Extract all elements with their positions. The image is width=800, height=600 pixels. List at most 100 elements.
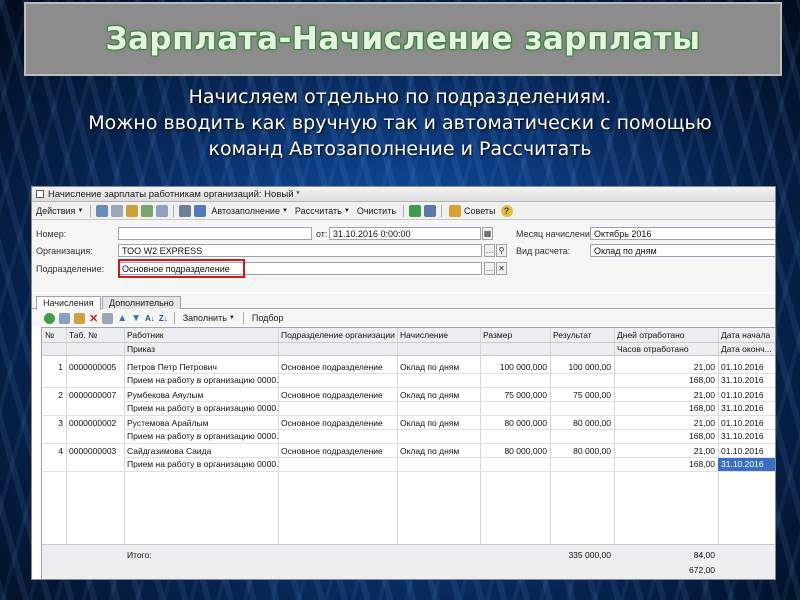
tab-bar: Начисления Дополнительно (32, 294, 775, 310)
autofill-button[interactable]: Автозаполнение ▼ (209, 206, 290, 216)
row-tab-number[interactable]: 0000000005 (66, 361, 124, 374)
row-number[interactable]: 3 (42, 417, 66, 430)
settings-icon[interactable] (194, 204, 207, 217)
select-organization-button[interactable]: … (484, 244, 495, 257)
actions-menu-button[interactable]: Действия ▼ (34, 206, 85, 216)
autofill-label: Автозаполнение (211, 205, 280, 216)
header-tab-number[interactable]: Таб. № (66, 329, 124, 342)
accruals-table: № Таб. № Работник Подразделение организа… (41, 327, 775, 579)
delete-row-icon[interactable]: ✕ (89, 312, 98, 325)
add-row-icon[interactable] (44, 312, 55, 324)
row-divider (124, 457, 775, 458)
movements-icon[interactable] (141, 204, 154, 217)
row-order[interactable]: Прием на работу в организацию 0000... (124, 402, 278, 415)
header-number[interactable]: № (42, 329, 66, 342)
move-down-icon[interactable]: ▼ (131, 313, 141, 324)
calc-type-label: Вид расчета: (516, 246, 571, 256)
clear-button[interactable]: Очистить (355, 206, 398, 216)
clear-department-icon[interactable]: ✕ (496, 262, 507, 275)
search-icon[interactable]: ⚲ (496, 244, 507, 257)
copy-row-icon[interactable] (59, 312, 70, 324)
toolbar-separator (403, 204, 405, 217)
row-order[interactable]: Прием на работу в организацию 0000... (124, 458, 278, 471)
calculate-button[interactable]: Рассчитать ▼ (293, 206, 352, 216)
row-order[interactable]: Прием на работу в организацию 0000... (124, 430, 278, 443)
table-toolbar: ✕ ▲ ▼ A↓ Z↓ Заполнить ▼ Подбор (32, 310, 775, 326)
header-start-date[interactable]: Дата начала (718, 329, 775, 342)
header-worker[interactable]: Работник (124, 329, 278, 342)
toolbar-separator (173, 204, 175, 217)
tab-accruals[interactable]: Начисления (36, 296, 101, 310)
sort-asc-icon[interactable]: A↓ (145, 314, 155, 323)
tips-button[interactable]: Советы (447, 204, 497, 217)
organization-label: Организация: (36, 246, 93, 256)
tips-label: Советы (464, 205, 496, 216)
dropdown-arrow-icon: ▼ (77, 207, 84, 214)
edit-row-icon[interactable] (74, 312, 85, 324)
total-label: Итого: (127, 550, 152, 560)
department-highlight (118, 259, 245, 278)
help-icon[interactable]: ? (500, 204, 513, 217)
calc-type-field[interactable]: Оклад по дням (590, 244, 775, 257)
header-size[interactable]: Размер (480, 329, 550, 342)
row-divider (42, 387, 775, 388)
number-field[interactable] (118, 227, 312, 240)
structure-icon[interactable] (126, 204, 139, 217)
window-title: Начисление зарплаты работникам организац… (48, 188, 300, 200)
row-hours[interactable]: 168,00 (614, 430, 718, 443)
header-days-worked[interactable]: Дней отработано (614, 329, 718, 342)
row-end-date[interactable]: 31.10.2016 (718, 430, 775, 443)
subtitle-line-1: Начисляем отдельно по подразделениям. (188, 86, 612, 108)
row-number[interactable]: 2 (42, 389, 66, 402)
report-icon[interactable] (424, 204, 437, 217)
organization-field[interactable]: ТОО W2 EXPRESS (118, 244, 482, 257)
select-button[interactable]: Подбор (250, 313, 286, 323)
header-order[interactable]: Приказ (124, 343, 278, 356)
sort-desc-icon[interactable]: Z↓ (159, 314, 168, 323)
row-hours[interactable]: 168,00 (614, 458, 718, 471)
month-label: Месяц начисления: (516, 229, 598, 239)
fill-button[interactable]: Заполнить ▼ (181, 313, 237, 323)
row-divider (124, 373, 775, 374)
row-number[interactable]: 1 (42, 361, 66, 374)
row-divider (42, 415, 775, 416)
move-up-icon[interactable]: ▲ (117, 313, 127, 324)
print-icon[interactable] (156, 204, 169, 217)
total-result: 335 000,00 (568, 550, 611, 560)
select-label: Подбор (251, 313, 284, 323)
row-hours[interactable]: 168,00 (614, 374, 718, 387)
post-icon[interactable] (111, 204, 124, 217)
row-end-date[interactable]: 31.10.2016 (718, 458, 775, 471)
subtitle-line-3: команд Автозаполнение и Рассчитать (208, 138, 592, 160)
row-end-date[interactable]: 31.10.2016 (718, 374, 775, 387)
row-hours[interactable]: 168,00 (614, 402, 718, 415)
row-tab-number[interactable]: 0000000003 (66, 445, 124, 458)
row-number[interactable]: 4 (42, 445, 66, 458)
month-field[interactable]: Октябрь 2016 (590, 227, 775, 240)
total-days: 84,00 (693, 550, 715, 560)
tab-additional[interactable]: Дополнительно (102, 296, 181, 309)
calendar-icon[interactable]: ▦ (482, 227, 493, 240)
list-icon[interactable] (179, 204, 192, 217)
date-field[interactable]: 31.10.2016 0:00:00 (329, 227, 481, 240)
row-tab-number[interactable]: 0000000007 (66, 389, 124, 402)
window-titlebar: Начисление зарплаты работникам организац… (32, 187, 775, 202)
header-hours-worked[interactable]: Часов отработано (614, 343, 718, 356)
header-accrual[interactable]: Начисление (397, 329, 480, 342)
fill-label: Заполнить (182, 313, 227, 323)
save-icon[interactable] (96, 204, 109, 217)
row-end-date[interactable]: 31.10.2016 (718, 402, 775, 415)
end-edit-icon[interactable] (102, 312, 114, 324)
header-result[interactable]: Результат (550, 329, 614, 342)
header-department[interactable]: Подразделение организации (278, 329, 397, 342)
row-order[interactable]: Прием на работу в организацию 0000... (124, 374, 278, 387)
document-window: Начисление зарплаты работникам организац… (31, 186, 776, 580)
row-divider (124, 401, 775, 402)
document-icon (36, 190, 44, 198)
row-tab-number[interactable]: 0000000002 (66, 417, 124, 430)
header-end-date[interactable]: Дата оконч... (718, 343, 775, 356)
dt-kt-icon[interactable] (409, 204, 422, 217)
select-department-button[interactable]: … (484, 262, 495, 275)
date-from-label: от: (316, 229, 328, 239)
subtitle-line-2: Можно вводить как вручную так и автомати… (88, 112, 712, 134)
